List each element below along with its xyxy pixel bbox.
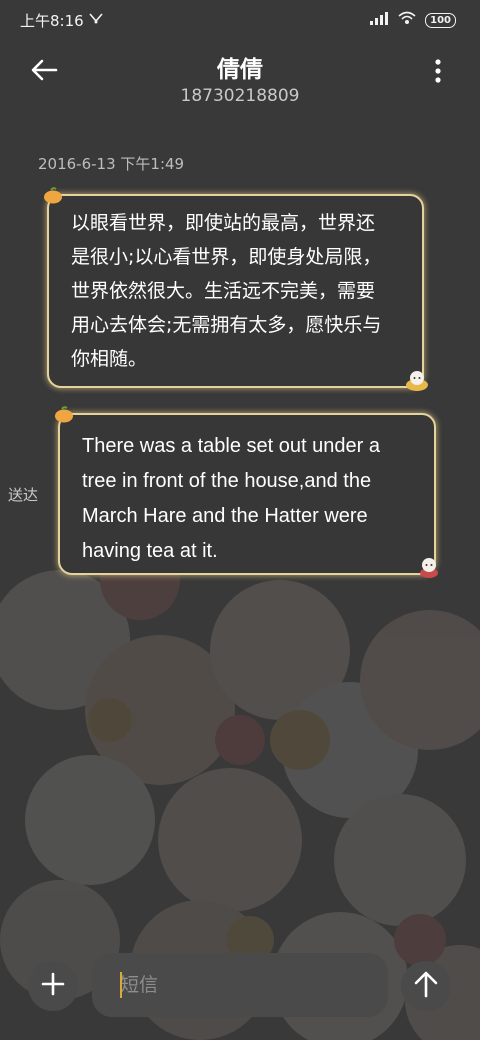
message-text-line: 你相随。 [71,348,148,370]
plus-icon [41,972,65,1000]
sheep-sticker-icon [404,368,430,396]
status-time: 上午8:16 [20,11,84,30]
message-bubble-received[interactable]: 以眼看世界，即使站的最高，世界还 是很小;以心看世界，即使身处局限， 世界依然很… [47,194,424,388]
status-right: 100 [369,10,456,30]
message-text-line: 用心去体会;无需拥有太多，愿快乐与 [71,314,382,336]
composer-bar [0,950,480,1020]
message-text-line: March Hare and the Hatter were [82,505,368,527]
more-vertical-icon [428,59,448,90]
conversation-header: 倩倩 18730218809 [0,40,480,120]
add-attachment-button[interactable] [28,961,78,1011]
sheep-sticker-icon [416,555,442,583]
orange-sticker-icon [42,186,64,208]
message-text-line: 世界依然很大。生活远不完美，需要 [71,280,376,302]
message-input[interactable] [92,953,388,1017]
message-timestamp: 2016-6-13 下午1:49 [38,155,185,173]
message-text-line: 以眼看世界，即使站的最高，世界还 [71,212,376,234]
more-options-button[interactable] [428,54,448,86]
status-left: 上午8:16 [20,10,104,31]
notification-icon [88,11,104,29]
orange-sticker-icon [53,405,75,427]
contact-number: 18730218809 [180,86,300,106]
wifi-call-icon [397,10,417,30]
delivery-status: 送达 [8,486,39,504]
message-text-line: 是很小;以心看世界，即使身处局限， [71,246,382,268]
message-bubble-sent[interactable]: There was a table set out under a tree i… [58,413,436,575]
send-button[interactable] [401,961,451,1011]
contact-name: 倩倩 [217,57,263,83]
message-text-line: tree in front of the house,and the [82,470,372,492]
status-bar: 上午8:16 100 [0,0,480,40]
message-text-line: having tea at it. [82,540,218,562]
message-text-line: There was a table set out under a [82,435,380,457]
signal-icon [369,11,389,29]
text-cursor [120,972,122,998]
battery-indicator: 100 [425,12,456,28]
send-arrow-up-icon [413,970,439,1002]
